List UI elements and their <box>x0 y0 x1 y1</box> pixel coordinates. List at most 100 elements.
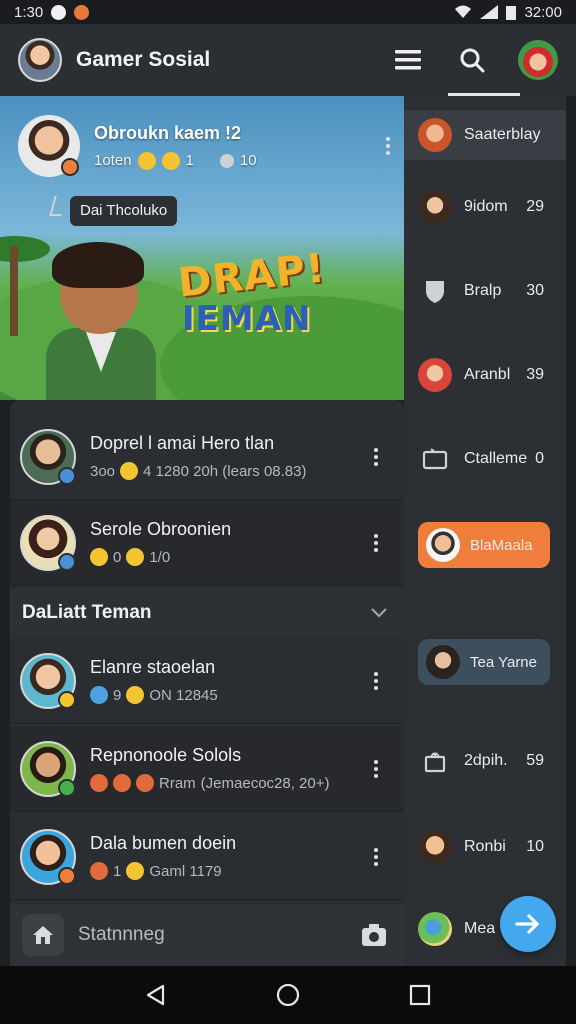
post-author-avatar[interactable] <box>18 115 80 177</box>
chat-list-item[interactable]: Doprel l amai Hero tlan 3oo 4 1280 20h (… <box>10 414 404 500</box>
home-icon <box>33 926 53 944</box>
rail-avatar <box>418 118 452 152</box>
game-character-image <box>40 236 180 400</box>
shield-icon <box>418 274 452 308</box>
battery-icon <box>506 5 517 20</box>
wifi-icon <box>455 5 472 18</box>
post-more-icon[interactable] <box>378 137 398 155</box>
post-title: Obroukn kaem !2 <box>94 122 242 143</box>
chat-preview-text: 0 <box>113 548 122 566</box>
back-icon[interactable] <box>145 984 167 1006</box>
rail-avatar <box>418 830 452 864</box>
rail-label: Saaterblay <box>464 126 541 143</box>
chat-more-icon[interactable] <box>366 759 386 778</box>
chat-more-icon[interactable] <box>366 447 386 466</box>
tooltip: Dai Thcoluko <box>70 196 178 226</box>
search-icon <box>460 48 485 73</box>
rail-label: Tea Yarne <box>470 653 537 671</box>
rail-item[interactable]: Bralp 30 <box>418 268 554 314</box>
map-icon <box>418 912 452 946</box>
rail-label: Bralp <box>464 282 502 299</box>
chat-name: Elanre staoelan <box>90 657 216 677</box>
recents-icon[interactable] <box>409 984 431 1006</box>
smile-emoji-icon <box>126 548 145 566</box>
notification-icon <box>51 4 67 20</box>
gift-icon <box>418 744 452 778</box>
rail-item[interactable]: Ronbi 10 <box>418 824 554 870</box>
rail-item[interactable]: Tea Yarne <box>418 639 550 685</box>
app-avatar[interactable] <box>18 38 62 82</box>
chat-more-icon[interactable] <box>366 847 386 866</box>
camera-button[interactable] <box>356 917 392 953</box>
home-nav-icon[interactable] <box>276 983 300 1007</box>
status-badge <box>58 552 76 571</box>
chat-preview-text: 9 <box>113 686 122 704</box>
chat-avatar <box>20 514 76 571</box>
rail-count: 10 <box>526 838 544 855</box>
send-fab[interactable] <box>500 896 556 952</box>
composer-bar <box>10 904 404 966</box>
chat-preview-text: 1 <box>113 862 122 880</box>
rail-item[interactable]: Aranbl 39 <box>418 352 554 398</box>
rail-label: Ctalleme <box>464 450 528 467</box>
chat-list-item[interactable]: Repnonoole Solols Rram (Jemaecoc28, 20+) <box>10 726 404 812</box>
rail-item-active[interactable]: BlaMaala <box>418 522 550 568</box>
home-button[interactable] <box>22 914 64 956</box>
status-bar: 1:30 32:00 <box>0 0 576 24</box>
chat-list-item[interactable]: Serole Obroonien 0 1/0 <box>10 500 404 586</box>
rail-item[interactable]: Ctalleme 0 <box>418 436 554 482</box>
send-icon <box>515 914 539 934</box>
chat-name: Serole Obroonien <box>90 519 232 539</box>
emoji-icon <box>113 774 131 792</box>
chat-avatar <box>20 652 76 709</box>
profile-avatar[interactable] <box>518 40 558 80</box>
menu-button[interactable] <box>390 42 426 78</box>
status-badge <box>58 466 76 485</box>
friends-section-header[interactable]: DaLiatt Teman <box>10 588 404 638</box>
status-clock: 32:00 <box>524 3 562 21</box>
side-rail: Saaterblay 9idom 29 Bralp 30 Aranbl 39 C… <box>404 96 566 966</box>
rail-label: 9idom <box>464 198 508 215</box>
menu-icon <box>395 50 421 70</box>
rail-item[interactable]: 2dpih. 59 <box>418 738 554 784</box>
rail-item[interactable]: 9idom 29 <box>418 184 554 230</box>
online-badge <box>61 158 79 176</box>
emoji-icon <box>90 774 108 792</box>
rail-label: BlaMaala <box>470 536 533 554</box>
rail-item[interactable]: Saaterblay <box>404 110 566 160</box>
chat-preview-detail: Gaml 1179 <box>149 862 222 880</box>
rail-avatar <box>418 358 452 392</box>
chevron-down-icon[interactable] <box>370 607 388 619</box>
chat-list-item[interactable]: Elanre staoelan 9 ON 12845 <box>10 638 404 724</box>
smile-emoji-icon <box>161 151 180 170</box>
rail-avatar <box>426 528 460 562</box>
post-count-a: 1 <box>185 152 194 169</box>
chat-more-icon[interactable] <box>366 671 386 690</box>
chat-name: Doprel l amai Hero tlan <box>90 433 275 453</box>
app-title: Gamer Sosial <box>76 48 211 71</box>
chat-preview-text: Rram <box>159 774 196 792</box>
chat-avatar <box>20 740 76 797</box>
search-button[interactable] <box>454 42 490 78</box>
chat-more-icon[interactable] <box>366 533 386 552</box>
chat-name: Dala bumen doein <box>90 833 237 853</box>
status-badge <box>58 778 76 797</box>
app-bar: Gamer Sosial <box>0 24 576 96</box>
emoji-icon <box>90 862 108 880</box>
rail-label: Aranbl <box>464 366 511 383</box>
rail-count: 59 <box>526 752 544 769</box>
status-time: 1:30 <box>14 3 44 21</box>
rail-label: Mea <box>464 920 496 937</box>
rail-label: Ronbi <box>464 838 506 855</box>
camera-icon <box>362 924 386 946</box>
app-notification-icon <box>74 4 90 20</box>
smile-emoji-icon <box>90 548 108 566</box>
rail-avatar <box>426 645 460 679</box>
system-nav-bar <box>0 966 576 1024</box>
rail-count: 0 <box>535 450 544 467</box>
smile-emoji-icon <box>137 151 156 170</box>
status-badge <box>58 866 76 885</box>
chat-list-item[interactable]: Dala bumen doein 1 Gaml 1179 <box>10 814 404 900</box>
tv-icon <box>418 442 452 476</box>
message-input[interactable] <box>78 924 356 946</box>
